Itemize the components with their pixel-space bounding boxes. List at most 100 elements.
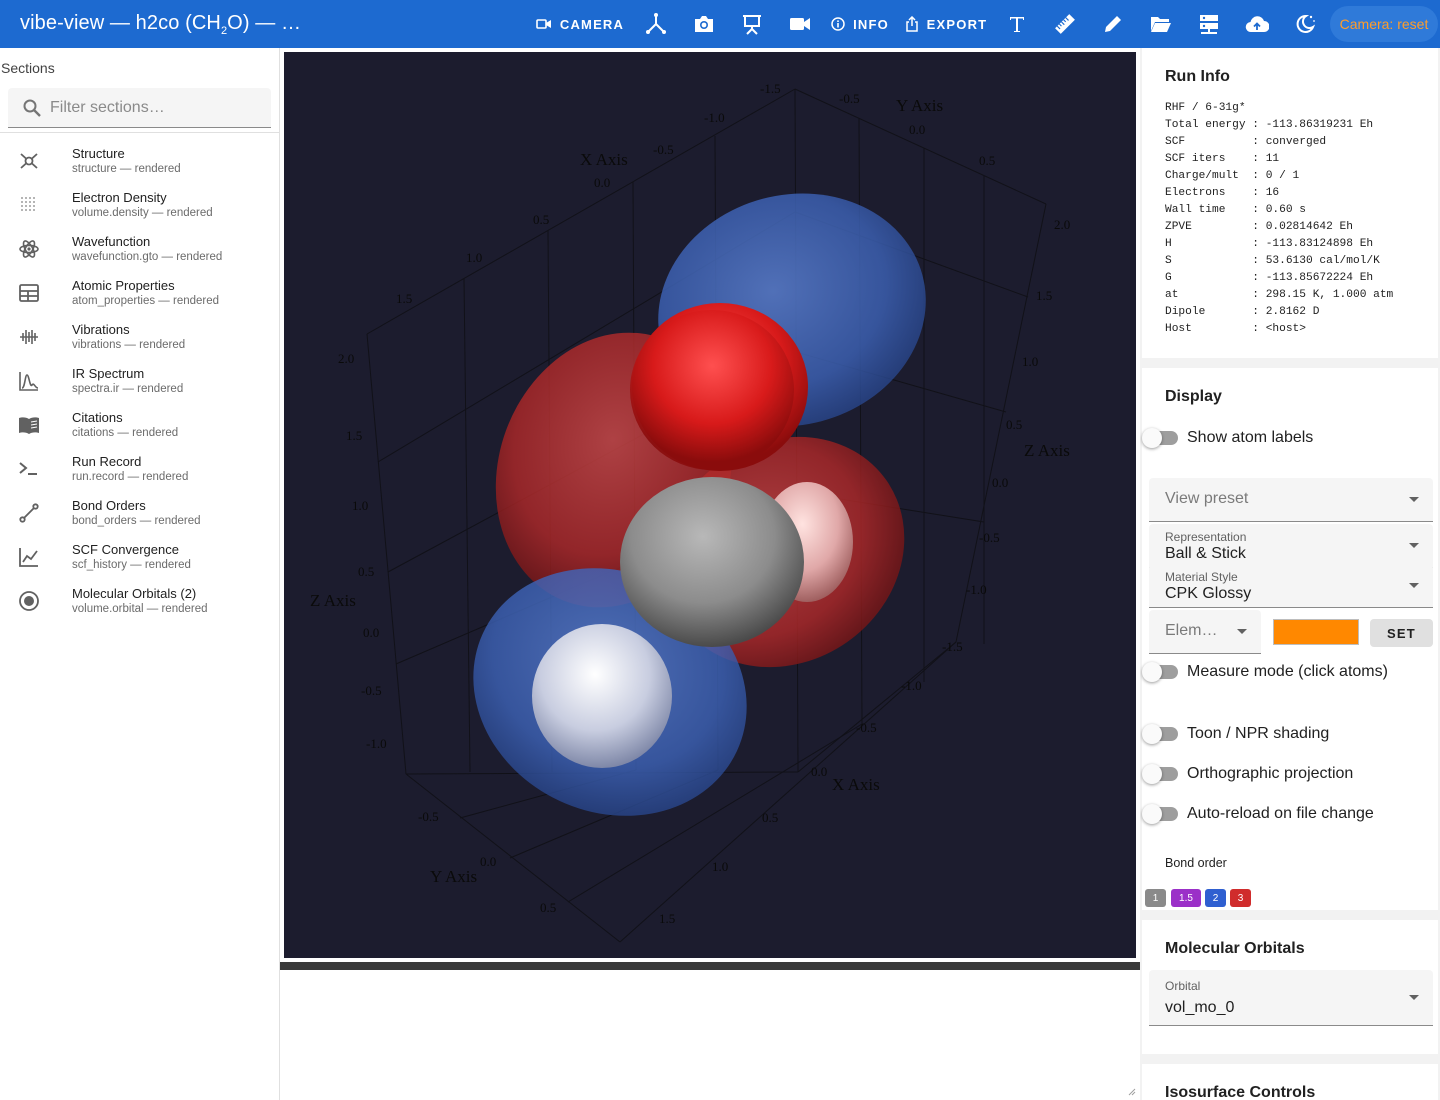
sidebar-item-structure[interactable]: Structure structure — rendered	[0, 140, 279, 184]
screenshot-icon	[695, 16, 713, 32]
bond-order-chip-2[interactable]: 2	[1205, 889, 1226, 907]
bond-order-chip-1.5[interactable]: 1.5	[1171, 889, 1201, 907]
export-button[interactable]: EXPORT	[902, 0, 990, 48]
orbital-scene[interactable]: -1.5 -1.0 -0.5 0.0 0.5 1.0 1.5 -0.5 0.0 …	[284, 52, 1136, 958]
isosurface-title: Isosurface Controls	[1165, 1084, 1316, 1100]
view-preset-select[interactable]: View preset	[1149, 478, 1433, 522]
app-bar: vibe-view — h2co (CH2O) — … CAMERA INFO …	[0, 0, 1440, 48]
element-color-picker[interactable]	[1273, 619, 1359, 645]
toggle-label: Auto-reload on file change	[1187, 805, 1374, 822]
material-style-select[interactable]: Material Style CPK Glossy	[1149, 564, 1433, 608]
sidebar-item-ir-spectrum[interactable]: IR Spectrum spectra.ir — rendered	[0, 360, 279, 404]
sidebar-item-atomic-properties[interactable]: Atomic Properties atom_properties — rend…	[0, 272, 279, 316]
camera-label: CAMERA	[559, 16, 625, 32]
draw-button[interactable]	[1097, 0, 1129, 48]
filter-sections-field[interactable]	[8, 88, 271, 128]
tick-z-left-0.5: 0.5	[358, 564, 374, 579]
camera-reset-chip[interactable]: Camera: reset	[1330, 6, 1438, 42]
filter-sections-input[interactable]	[50, 98, 250, 117]
sidebar-item-vibrations[interactable]: Vibrations vibrations — rendered	[0, 316, 279, 360]
presentation-button[interactable]	[736, 0, 768, 48]
toggle-switch[interactable]	[1142, 662, 1178, 682]
y-axis-title: Y Axis	[896, 96, 943, 115]
set-color-button[interactable]: SET	[1370, 619, 1433, 647]
tick-z-right-1.0: 1.0	[1022, 354, 1038, 369]
sidebar-item-label: SCF Convergence	[72, 542, 179, 557]
bond-icon	[19, 503, 39, 523]
title-tail: O) — …	[227, 12, 302, 34]
sidebar-item-citations[interactable]: Citations citations — rendered	[0, 404, 279, 448]
representation-select[interactable]: Representation Ball & Stick	[1149, 524, 1433, 568]
toon-shading-toggle[interactable]: Toon / NPR shading	[1142, 724, 1438, 748]
server-button[interactable]	[1193, 0, 1225, 48]
element-select[interactable]: Elem…	[1149, 610, 1261, 654]
text-tool-button[interactable]	[1001, 0, 1033, 48]
tick-y-neg0.5: -0.5	[839, 91, 860, 106]
sidebar-item-sub: volume.density — rendered	[72, 207, 213, 219]
sidebar-divider	[0, 132, 279, 133]
theme-toggle-button[interactable]	[1289, 0, 1321, 48]
camera-button[interactable]: CAMERA	[534, 0, 626, 48]
display-title: Display	[1165, 388, 1222, 405]
resize-grip-icon[interactable]	[1128, 1088, 1136, 1096]
material-style-label: Material Style	[1165, 570, 1238, 584]
molecular-orbitals-title: Molecular Orbitals	[1165, 940, 1305, 957]
sidebar-item-sub: spectra.ir — rendered	[72, 383, 184, 395]
tick-z-left-0.0: 0.0	[363, 625, 379, 640]
run-info-card: Run Info RHF / 6-31g* Total energy : -11…	[1142, 48, 1438, 358]
show-atom-labels-toggle[interactable]: Show atom labels	[1142, 428, 1438, 452]
orbital-select[interactable]: Orbital vol_mo_0	[1149, 970, 1433, 1026]
info-button[interactable]: INFO	[826, 0, 894, 48]
folder-icon	[1151, 17, 1171, 32]
toggle-switch[interactable]	[1142, 428, 1178, 448]
sidebar-item-electron-density[interactable]: Electron Density volume.density — render…	[0, 184, 279, 228]
run-info-text: RHF / 6-31g* Total energy : -113.8631923…	[1165, 102, 1394, 335]
tick-z-right-0.0: 0.0	[992, 475, 1008, 490]
tick-y-0.5: 0.5	[979, 153, 995, 168]
x-axis-title: X Axis	[580, 150, 628, 169]
export-label: EXPORT	[926, 16, 988, 32]
book-icon	[19, 417, 39, 434]
sidebar-item-sub: structure — rendered	[72, 163, 181, 175]
bond-order-chip-3[interactable]: 3	[1230, 889, 1251, 907]
tick-z-left-neg1.0: -1.0	[366, 736, 387, 751]
view-preset-placeholder: View preset	[1165, 490, 1249, 507]
axes-button[interactable]	[640, 0, 672, 48]
presentation-icon	[743, 15, 761, 35]
record-video-button[interactable]	[784, 0, 816, 48]
sidebar-item-sub: wavefunction.gto — rendered	[72, 251, 223, 263]
screenshot-button[interactable]	[688, 0, 720, 48]
video-icon	[790, 18, 810, 30]
tick-x-bottom-0.5: 0.5	[762, 810, 778, 825]
sidebar-item-run-record[interactable]: Run Record run.record — rendered	[0, 448, 279, 492]
hydrogen-atom-left[interactable]	[532, 624, 672, 768]
carbon-atom[interactable]	[620, 477, 804, 647]
console-area[interactable]	[281, 970, 1140, 1100]
chevron-down-icon	[1409, 583, 1419, 588]
tick-z-left-2.0: 2.0	[338, 351, 354, 366]
bond-order-chip-1[interactable]: 1	[1145, 889, 1166, 907]
measure-mode-toggle[interactable]: Measure mode (click atoms)	[1142, 662, 1438, 686]
search-icon	[23, 99, 41, 117]
auto-reload-toggle[interactable]: Auto-reload on file change	[1142, 804, 1438, 828]
open-file-button[interactable]	[1145, 0, 1177, 48]
tick-y-0.0: 0.0	[909, 122, 925, 137]
tick-z-right-0.5: 0.5	[1006, 417, 1022, 432]
toggle-switch[interactable]	[1142, 764, 1178, 784]
sidebar-item-wavefunction[interactable]: Wavefunction wavefunction.gto — rendered	[0, 228, 279, 272]
tick-x-bottom-1.5: 1.5	[659, 911, 675, 926]
sidebar-item-bond-orders[interactable]: Bond Orders bond_orders — rendered	[0, 492, 279, 536]
molecule-viewport[interactable]: -1.5 -1.0 -0.5 0.0 0.5 1.0 1.5 -0.5 0.0 …	[284, 52, 1136, 958]
toggle-switch[interactable]	[1142, 804, 1178, 824]
console-splitter[interactable]	[280, 962, 1140, 970]
sidebar-item-molecular-orbitals[interactable]: Molecular Orbitals (2) volume.orbital — …	[0, 580, 279, 624]
z-axis-title-right: Z Axis	[1024, 441, 1070, 460]
orthographic-toggle[interactable]: Orthographic projection	[1142, 764, 1438, 788]
upload-button[interactable]	[1241, 0, 1273, 48]
toggle-switch[interactable]	[1142, 724, 1178, 744]
sidebar-item-sub: vibrations — rendered	[72, 339, 186, 351]
isosurface-card: Isosurface Controls	[1142, 1064, 1438, 1100]
sidebar-item-scf-convergence[interactable]: SCF Convergence scf_history — rendered	[0, 536, 279, 580]
chevron-down-icon	[1409, 497, 1419, 502]
ruler-button[interactable]	[1049, 0, 1081, 48]
